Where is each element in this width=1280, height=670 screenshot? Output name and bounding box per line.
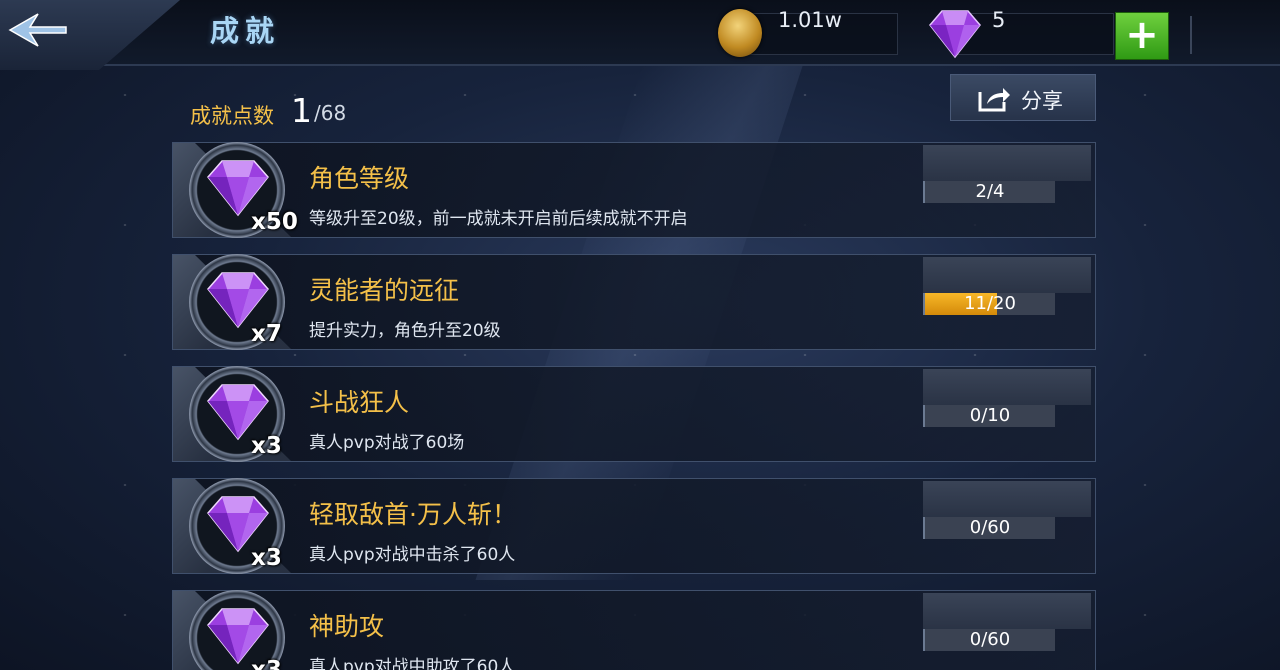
progress-panel	[923, 145, 1091, 181]
progress-panel	[923, 369, 1091, 405]
progress-bar: 11/20	[923, 293, 1055, 315]
progress-text: 11/20	[964, 293, 1016, 314]
reward-count: x3	[251, 657, 282, 670]
reward-count: x3	[251, 545, 282, 571]
progress-text: 2/4	[975, 181, 1005, 202]
achievement-title: 角色等级	[309, 164, 410, 193]
progress-text: 0/60	[969, 629, 1011, 650]
achievement-row[interactable]: x3 斗战狂人 真人pvp对战了60场 0/10	[172, 366, 1096, 462]
gold-value: 1.01w	[778, 8, 842, 32]
achievement-desc: 等级升至20级，前一成就未开启前后续成就不开启	[309, 209, 688, 229]
achievement-title: 神助攻	[309, 612, 385, 641]
progress-bar: 0/60	[923, 629, 1055, 651]
progress-bar: 0/10	[923, 405, 1055, 427]
back-arrow-icon	[8, 13, 67, 47]
back-button[interactable]	[0, 0, 180, 70]
progress-bar: 0/60	[923, 517, 1055, 539]
achievement-title: 灵能者的远征	[309, 276, 460, 305]
progress-bar: 2/4	[923, 181, 1055, 203]
progress-text: 0/60	[969, 517, 1011, 538]
progress-panel	[923, 257, 1091, 293]
achievement-desc: 提升实力，角色升至20级	[309, 321, 501, 341]
gold-coin-icon	[718, 9, 762, 57]
achievement-desc: 真人pvp对战中助攻了60人	[309, 657, 516, 670]
points-label: 成就点数	[190, 104, 274, 128]
achievement-desc: 真人pvp对战了60场	[309, 433, 465, 453]
progress-panel	[923, 481, 1091, 517]
share-icon	[978, 88, 1010, 112]
achievement-title: 斗战狂人	[309, 388, 410, 417]
achievement-desc: 真人pvp对战中击杀了60人	[309, 545, 516, 565]
gem-value: 5	[992, 8, 1006, 32]
achievement-list[interactable]: x50 角色等级 等级升至20级，前一成就未开启前后续成就不开启 2/4 x7 …	[172, 140, 1096, 670]
progress-panel	[923, 593, 1091, 629]
reward-count: x50	[251, 209, 298, 235]
header-divider	[1190, 16, 1192, 54]
achievement-row[interactable]: x7 灵能者的远征 提升实力，角色升至20级 11/20	[172, 254, 1096, 350]
gem-icon	[929, 10, 981, 59]
points-total: /68	[314, 101, 347, 125]
achievement-row[interactable]: x3 轻取敌首·万人斩！ 真人pvp对战中击杀了60人 0/60	[172, 478, 1096, 574]
reward-count: x3	[251, 433, 282, 459]
reward-count: x7	[251, 321, 282, 347]
progress-text: 0/10	[969, 405, 1011, 426]
top-bar: 成就 1.01w 5 +	[0, 0, 1280, 70]
add-gems-button[interactable]: +	[1115, 12, 1169, 60]
page-title: 成就	[210, 14, 281, 48]
achievement-row[interactable]: x50 角色等级 等级升至20级，前一成就未开启前后续成就不开启 2/4	[172, 142, 1096, 238]
achievement-title: 轻取敌首·万人斩！	[309, 500, 517, 529]
points-current: 1	[291, 91, 312, 130]
share-button[interactable]: 分享	[950, 74, 1096, 121]
share-label: 分享	[1021, 89, 1063, 113]
achievement-row[interactable]: x3 神助攻 真人pvp对战中助攻了60人 0/60	[172, 590, 1096, 670]
